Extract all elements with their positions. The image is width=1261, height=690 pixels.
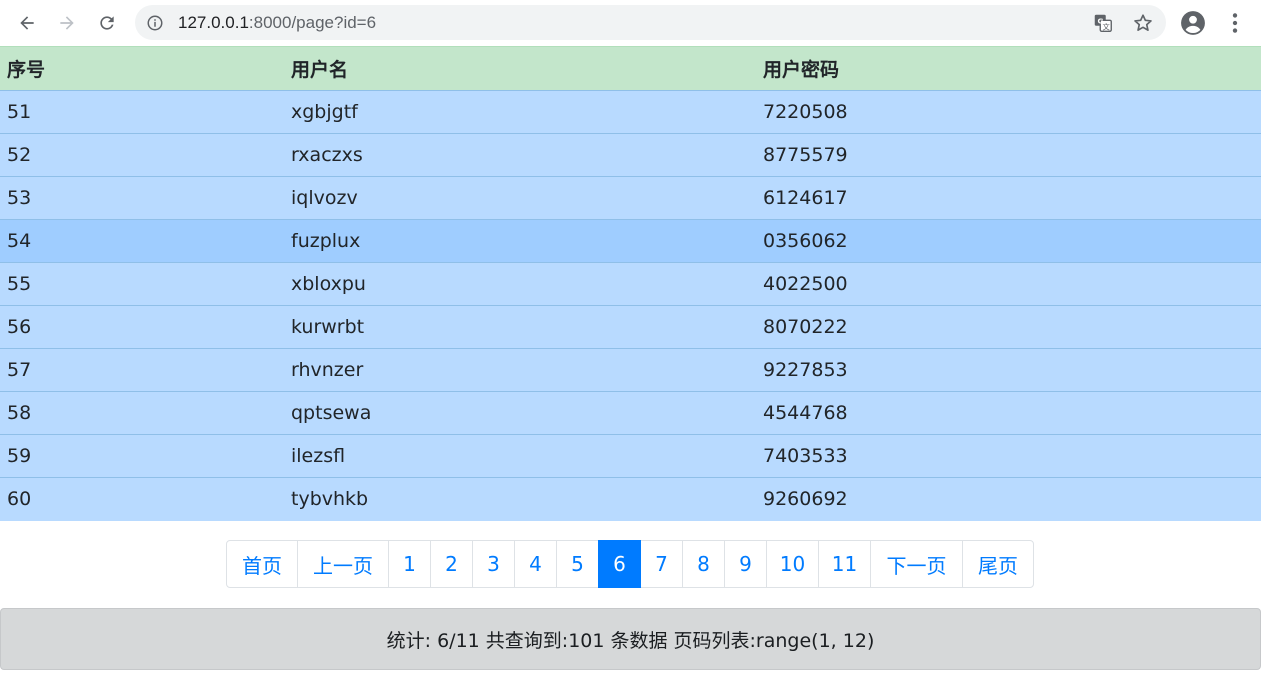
header-password: 用户密码 xyxy=(756,46,1261,91)
account-circle-icon[interactable] xyxy=(1180,10,1206,36)
cell-index: 54 xyxy=(0,219,284,263)
cell-password: 7403533 xyxy=(756,434,1261,478)
address-bar[interactable]: 127.0.0.1:8000/page?id=6 G 文 xyxy=(135,5,1166,40)
cell-index: 55 xyxy=(0,262,284,306)
stats-bar: 统计: 6/11 共查询到:101 条数据 页码列表:range(1, 12) xyxy=(0,608,1261,670)
table-row: 56 kurwrbt 8070222 xyxy=(0,305,1261,349)
cell-index: 57 xyxy=(0,348,284,392)
table-row: 54 fuzplux 0356062 xyxy=(0,219,1261,263)
prev-page-link[interactable]: 上一页 xyxy=(297,540,389,588)
cell-password: 0356062 xyxy=(756,219,1261,263)
forward-button[interactable] xyxy=(51,7,83,39)
cell-password: 4544768 xyxy=(756,391,1261,435)
table-row: 59 ilezsfl 7403533 xyxy=(0,434,1261,478)
cell-password: 6124617 xyxy=(756,176,1261,220)
page-link-11[interactable]: 11 xyxy=(818,540,871,588)
cell-username: tybvhkb xyxy=(284,477,756,521)
table-row: 60 tybvhkb 9260692 xyxy=(0,477,1261,521)
next-page-link[interactable]: 下一页 xyxy=(870,540,963,588)
page-link-3[interactable]: 3 xyxy=(472,540,515,588)
cell-password: 8775579 xyxy=(756,133,1261,177)
cell-index: 53 xyxy=(0,176,284,220)
page-link-5[interactable]: 5 xyxy=(556,540,599,588)
table-row: 53 iqlvozv 6124617 xyxy=(0,176,1261,220)
cell-username: xbloxpu xyxy=(284,262,756,306)
cell-username: ilezsfl xyxy=(284,434,756,478)
cell-password: 8070222 xyxy=(756,305,1261,349)
cell-index: 59 xyxy=(0,434,284,478)
table-row: 55 xbloxpu 4022500 xyxy=(0,262,1261,306)
back-button[interactable] xyxy=(11,7,43,39)
header-index: 序号 xyxy=(0,46,284,91)
cell-username: qptsewa xyxy=(284,391,756,435)
cell-password: 7220508 xyxy=(756,90,1261,134)
cell-username: xgbjgtf xyxy=(284,90,756,134)
table-row: 52 rxaczxs 8775579 xyxy=(0,133,1261,177)
user-table: 序号 用户名 用户密码 51 xgbjgtf 7220508 52 rxaczxs 877… xyxy=(0,46,1261,521)
cell-username: iqlvozv xyxy=(284,176,756,220)
cell-index: 58 xyxy=(0,391,284,435)
star-icon[interactable] xyxy=(1132,12,1154,34)
cell-username: fuzplux xyxy=(284,219,756,263)
cell-username: rhvnzer xyxy=(284,348,756,392)
cell-username: rxaczxs xyxy=(284,133,756,177)
first-page-link[interactable]: 首页 xyxy=(226,540,298,588)
cell-index: 60 xyxy=(0,477,284,521)
url-host: 127.0.0.1 xyxy=(178,13,249,32)
svg-text:文: 文 xyxy=(1103,22,1111,31)
page-link-10[interactable]: 10 xyxy=(766,540,819,588)
last-page-link[interactable]: 尾页 xyxy=(962,540,1034,588)
url-path: :8000/page?id=6 xyxy=(248,13,377,32)
page-link-2[interactable]: 2 xyxy=(430,540,473,588)
cell-username: kurwrbt xyxy=(284,305,756,349)
url-text: 127.0.0.1:8000/page?id=6 xyxy=(178,13,376,32)
arrow-left-icon xyxy=(20,16,34,30)
cell-index: 56 xyxy=(0,305,284,349)
cell-password: 9227853 xyxy=(756,348,1261,392)
stats-text: 统计: 6/11 共查询到:101 条数据 页码列表:range(1, 12) xyxy=(386,629,875,652)
cell-password: 9260692 xyxy=(756,477,1261,521)
page-link-4[interactable]: 4 xyxy=(514,540,557,588)
table-row: 57 rhvnzer 9227853 xyxy=(0,348,1261,392)
translate-icon[interactable]: G 文 xyxy=(1092,12,1114,34)
table-row: 51 xgbjgtf 7220508 xyxy=(0,90,1261,134)
header-username: 用户名 xyxy=(284,46,756,91)
pagination: 首页 上一页 1 2 3 4 5 6 7 8 9 10 11 下一页 尾页 xyxy=(226,540,1034,588)
page-link-8[interactable]: 8 xyxy=(682,540,725,588)
page-link-1[interactable]: 1 xyxy=(388,540,431,588)
page-link-9[interactable]: 9 xyxy=(724,540,767,588)
page-link-6[interactable]: 6 xyxy=(598,540,641,588)
reload-icon xyxy=(100,16,114,30)
browser-toolbar: 127.0.0.1:8000/page?id=6 G 文 xyxy=(0,0,1261,45)
table-row: 58 qptsewa 4544768 xyxy=(0,391,1261,435)
table-header-row: 序号 用户名 用户密码 xyxy=(0,46,1261,91)
info-icon[interactable] xyxy=(146,14,164,32)
reload-button[interactable] xyxy=(91,7,123,39)
arrow-right-icon xyxy=(60,16,74,30)
cell-password: 4022500 xyxy=(756,262,1261,306)
cell-index: 52 xyxy=(0,133,284,177)
more-vert-icon[interactable] xyxy=(1228,10,1242,36)
page-link-7[interactable]: 7 xyxy=(640,540,683,588)
cell-index: 51 xyxy=(0,90,284,134)
